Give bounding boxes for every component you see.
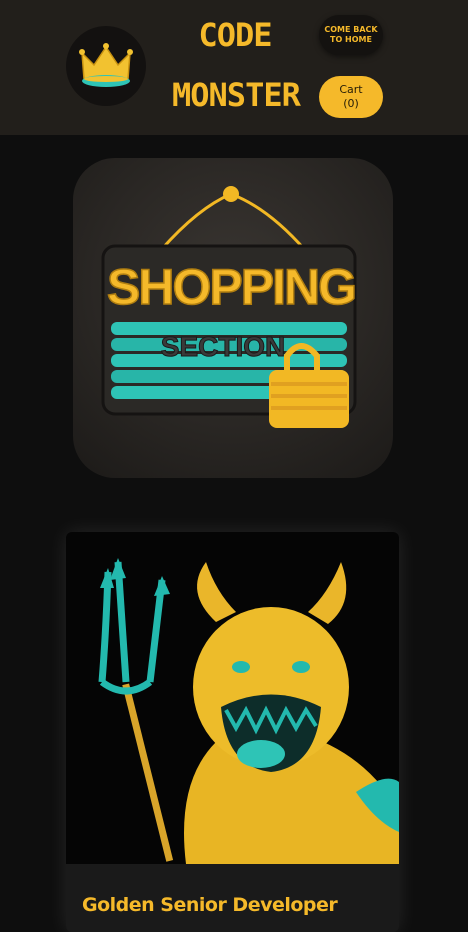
shopping-sign-illustration: SHOPPING SECTION: [101, 186, 358, 428]
cart-button[interactable]: Cart (0): [319, 76, 383, 118]
product-title[interactable]: Golden Senior Developer: [82, 894, 338, 916]
cart-count: (0): [343, 97, 359, 110]
product-card[interactable]: Golden Senior Developer: [66, 532, 399, 932]
monster-illustration: [98, 558, 399, 864]
site-title-line-2: MONSTER: [172, 76, 301, 114]
crown-icon: [79, 43, 133, 87]
logo[interactable]: [66, 26, 146, 106]
sign-subtitle: SECTION: [161, 331, 285, 362]
cart-label: Cart: [339, 83, 363, 96]
site-title-line-1: CODE: [198, 16, 272, 54]
sign-title: SHOPPING: [107, 259, 355, 315]
shopping-section-banner: SHOPPING SECTION: [73, 158, 393, 478]
product-image: [66, 532, 399, 864]
back-to-home-button[interactable]: COME BACK TO HOME: [319, 15, 383, 55]
site-header: CODE MONSTER COME BACK TO HOME Cart (0): [0, 0, 468, 135]
